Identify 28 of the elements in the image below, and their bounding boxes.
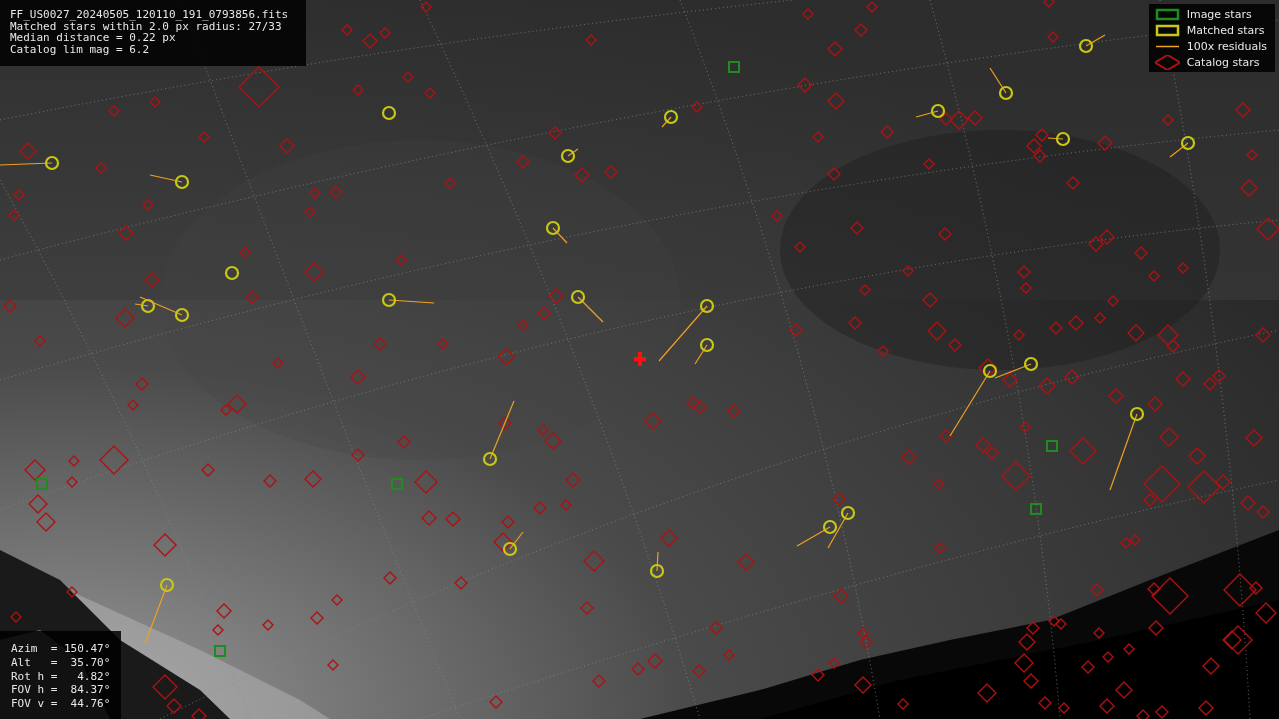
legend-label: Image stars — [1186, 8, 1252, 21]
pointing-text: Azim = 150.47° — [11, 642, 111, 656]
matched-star-marker — [482, 400, 515, 467]
matched-star-marker — [0, 155, 60, 171]
matched-star-marker — [1078, 34, 1106, 54]
matched-star-marker — [502, 531, 524, 557]
center-cross-icon — [634, 352, 646, 366]
matched-star-marker — [570, 289, 604, 323]
info-text: Median distance = 0.22 px — [10, 32, 176, 44]
legend-label: 100x residuals — [1186, 40, 1267, 53]
info-text: Matched stars within 2.0 px radius: 27/33 — [10, 20, 282, 32]
pointing-text: Rot h = 4.82° — [11, 669, 111, 684]
matched-star-marker — [381, 292, 435, 308]
pointing-text: FOV v = 44.76° — [11, 697, 111, 711]
matched-star-marker — [1169, 135, 1196, 158]
pointing-text: Alt = 35.70° — [11, 655, 111, 670]
matched-star-marker — [149, 174, 190, 190]
matched-star-marker — [989, 67, 1014, 101]
info-text: Catalog lim mag = 6.2 — [10, 43, 151, 55]
pointing-text: FOV h = 84.37° — [11, 683, 111, 698]
matched-star-marker — [1047, 131, 1071, 147]
legend-label: Matched stars — [1186, 24, 1265, 37]
matched-star-marker — [144, 577, 175, 645]
matched-star-marker — [915, 103, 946, 119]
matched-star-marker — [545, 220, 568, 244]
info-text: FF_US0027_20240505_120110_191_0793856.fits — [10, 9, 290, 21]
matched-star-marker — [649, 551, 665, 579]
legend-label: Catalog stars — [1186, 56, 1260, 69]
